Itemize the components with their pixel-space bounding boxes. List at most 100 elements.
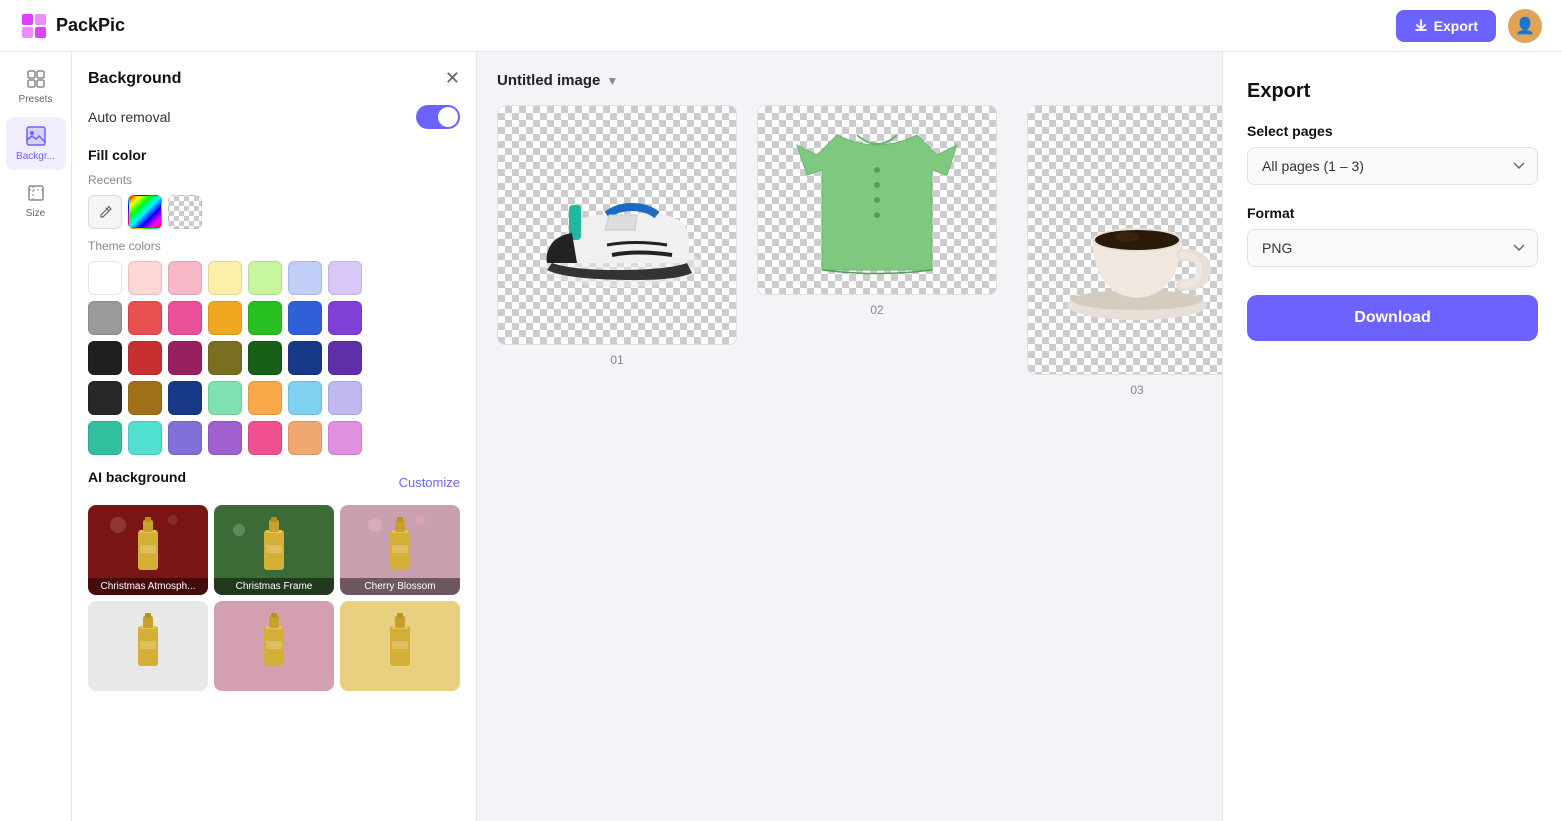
theme-color-swatch[interactable] (168, 261, 202, 295)
canvas-thumb-03[interactable] (1027, 105, 1222, 375)
canvas-area: Untitled image ▼ (477, 52, 1222, 821)
sidebar-item-presets[interactable]: Presets (6, 60, 66, 113)
theme-color-swatch[interactable] (248, 381, 282, 415)
canvas-title-chevron: ▼ (606, 74, 618, 88)
format-label: Format (1247, 205, 1538, 221)
theme-color-swatch[interactable] (288, 381, 322, 415)
theme-color-swatch[interactable] (288, 421, 322, 455)
theme-color-swatch[interactable] (288, 301, 322, 335)
canvas-item-label-03: 03 (1130, 383, 1143, 397)
theme-color-swatch[interactable] (208, 261, 242, 295)
theme-color-swatch[interactable] (248, 261, 282, 295)
select-pages-dropdown[interactable]: All pages (1 – 3) Page 1 Page 2 Page 3 (1247, 147, 1538, 185)
theme-color-swatch[interactable] (88, 301, 122, 335)
presets-label: Presets (19, 94, 53, 105)
ai-bg-item-cherry-blossom[interactable]: Cherry Blossom (340, 505, 460, 595)
theme-color-swatch[interactable] (288, 261, 322, 295)
canvas-item-label-02: 02 (870, 303, 883, 317)
customize-link[interactable]: Customize (399, 475, 460, 490)
ai-bg-header: AI background Customize (88, 469, 460, 495)
canvas-thumb-02[interactable] (757, 105, 997, 295)
export-panel-title: Export (1247, 80, 1538, 103)
theme-color-swatch[interactable] (128, 261, 162, 295)
theme-color-swatch[interactable] (328, 341, 362, 375)
theme-color-swatch[interactable] (328, 381, 362, 415)
ai-bg-item-item-4[interactable] (88, 601, 208, 691)
ai-bg-item-item-5[interactable] (214, 601, 334, 691)
size-icon (25, 182, 47, 204)
theme-color-swatch[interactable] (328, 261, 362, 295)
theme-color-swatch[interactable] (208, 341, 242, 375)
background-icon (25, 125, 47, 147)
theme-color-swatch[interactable] (88, 261, 122, 295)
icon-sidebar: Presets Backgr... Size (0, 52, 72, 821)
main-layout: Presets Backgr... Size Background ✕ (0, 52, 1562, 821)
canvas-grid: 01 (497, 105, 1202, 397)
shirt-image (787, 115, 967, 285)
theme-color-swatch[interactable] (208, 301, 242, 335)
theme-color-swatch[interactable] (88, 381, 122, 415)
format-dropdown[interactable]: PNG JPG WebP PDF (1247, 229, 1538, 267)
theme-color-swatch[interactable] (248, 301, 282, 335)
canvas-item-01: 01 (497, 105, 737, 397)
theme-color-swatch[interactable] (248, 421, 282, 455)
canvas-item-03: 03 (1017, 105, 1222, 397)
theme-color-swatch[interactable] (208, 421, 242, 455)
ai-bg-label-christmas-frame: Christmas Frame (214, 578, 334, 595)
theme-color-swatch[interactable] (128, 381, 162, 415)
theme-color-swatch[interactable] (328, 301, 362, 335)
logo: PackPic (20, 12, 125, 40)
shoe-image (517, 125, 717, 325)
sidebar-item-size[interactable]: Size (6, 174, 66, 227)
theme-color-swatch[interactable] (168, 341, 202, 375)
select-pages-label: Select pages (1247, 123, 1538, 139)
fill-color-label: Fill color (88, 147, 460, 163)
theme-color-swatch[interactable] (128, 341, 162, 375)
theme-color-swatch[interactable] (168, 381, 202, 415)
canvas-title[interactable]: Untitled image (497, 72, 600, 89)
theme-color-swatch[interactable] (168, 301, 202, 335)
ai-bg-item-item-6[interactable] (340, 601, 460, 691)
theme-color-swatch[interactable] (288, 341, 322, 375)
theme-color-swatch[interactable] (248, 341, 282, 375)
eyedropper-icon (97, 204, 113, 220)
eyedropper-swatch[interactable] (88, 195, 122, 229)
download-button[interactable]: Download (1247, 295, 1538, 341)
background-label: Backgr... (16, 151, 55, 162)
theme-color-swatch[interactable] (88, 421, 122, 455)
canvas-item-02: 02 (757, 105, 997, 397)
ai-bg-item-christmas-atmosphere[interactable]: Christmas Atmosph... (88, 505, 208, 595)
panel-header: Background ✕ (88, 68, 460, 89)
download-icon (1414, 19, 1428, 33)
select-pages-field: Select pages All pages (1 – 3) Page 1 Pa… (1247, 123, 1538, 185)
export-button[interactable]: Export (1396, 10, 1496, 42)
canvas-item-label-01: 01 (610, 353, 623, 367)
theme-color-swatch[interactable] (128, 301, 162, 335)
avatar[interactable]: 👤 (1508, 9, 1542, 43)
panel-title: Background (88, 70, 181, 88)
theme-color-swatch[interactable] (168, 421, 202, 455)
ai-bg-grid: Christmas Atmosph... Christmas Frame (88, 505, 460, 691)
coffee-image (1037, 140, 1222, 340)
export-button-label: Export (1434, 18, 1478, 34)
theme-color-swatch[interactable] (128, 421, 162, 455)
panel: Background ✕ Auto removal Fill color Rec… (72, 52, 477, 821)
theme-colors-label: Theme colors (88, 239, 460, 253)
canvas-header: Untitled image ▼ (497, 72, 1202, 89)
ai-bg-item-christmas-frame[interactable]: Christmas Frame (214, 505, 334, 595)
auto-removal-row: Auto removal (88, 105, 460, 129)
close-button[interactable]: ✕ (445, 68, 460, 89)
sidebar-item-background[interactable]: Backgr... (6, 117, 66, 170)
recents-label: Recents (88, 173, 460, 187)
auto-removal-label: Auto removal (88, 109, 170, 125)
app-name: PackPic (56, 15, 125, 36)
theme-color-swatch[interactable] (328, 421, 362, 455)
color-picker-swatch[interactable] (128, 195, 162, 229)
canvas-thumb-01[interactable] (497, 105, 737, 345)
toggle-knob (438, 107, 458, 127)
transparent-swatch[interactable] (168, 195, 202, 229)
auto-removal-toggle[interactable] (416, 105, 460, 129)
presets-icon (25, 68, 47, 90)
theme-color-swatch[interactable] (88, 341, 122, 375)
theme-color-swatch[interactable] (208, 381, 242, 415)
